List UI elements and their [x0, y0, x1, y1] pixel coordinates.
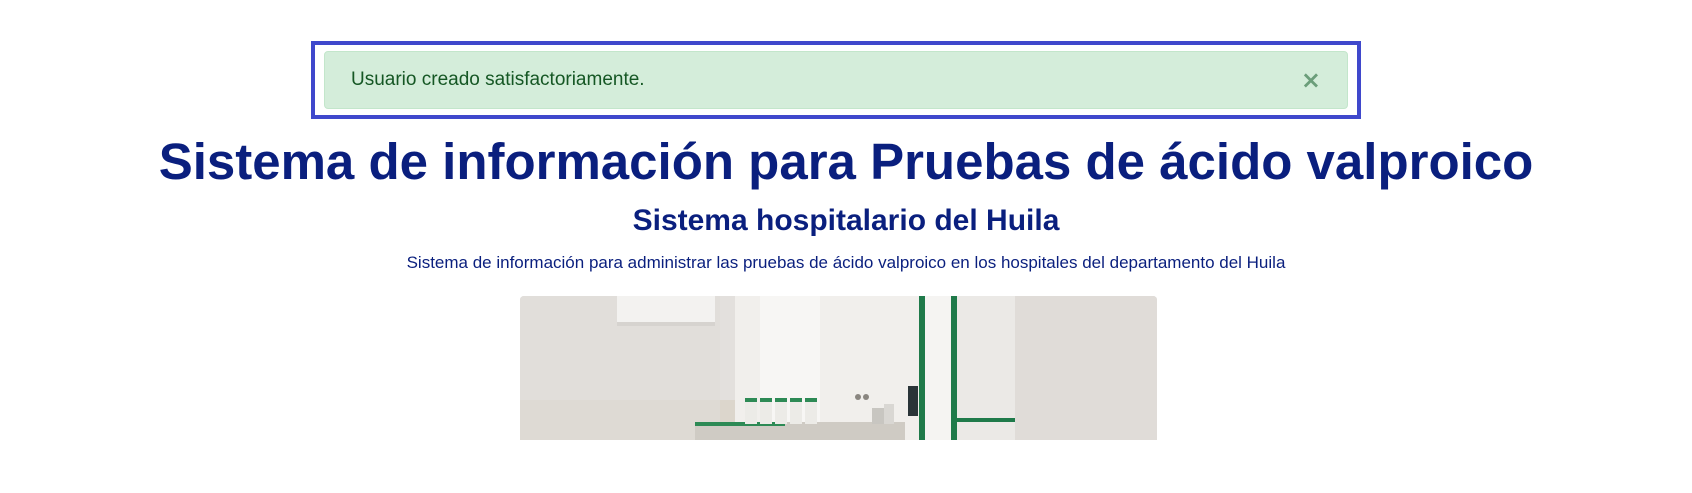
alert-highlight-frame: Usuario creado satisfactoriamente. ×	[311, 41, 1361, 119]
page: Usuario creado satisfactoriamente. × Sis…	[0, 0, 1692, 493]
alert-message: Usuario creado satisfactoriamente.	[351, 69, 645, 90]
page-subtitle: Sistema hospitalario del Huila	[632, 204, 1060, 237]
page-description: Sistema de información para administrar …	[406, 253, 1286, 272]
laboratory-room-photo	[520, 296, 1157, 440]
success-alert: Usuario creado satisfactoriamente. ×	[324, 51, 1348, 109]
hero-image	[520, 296, 1157, 440]
close-icon[interactable]: ×	[1301, 68, 1321, 92]
page-title: Sistema de información para Pruebas de á…	[158, 133, 1534, 190]
